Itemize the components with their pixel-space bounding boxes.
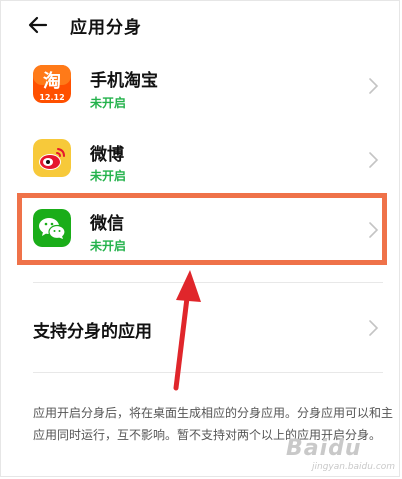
top-bar: 应用分身	[0, 0, 402, 50]
svg-text:淘: 淘	[43, 70, 61, 92]
chevron-right-icon	[369, 152, 379, 168]
back-button[interactable]	[26, 12, 52, 38]
supported-apps-row[interactable]: 支持分身的应用	[0, 300, 402, 356]
app-row-weibo[interactable]: 微博 未开启	[0, 124, 402, 194]
app-status: 未开启	[90, 96, 127, 110]
chevron-right-icon	[369, 320, 379, 336]
app-status: 未开启	[90, 239, 127, 253]
wechat-icon	[33, 209, 71, 247]
chevron-right-icon	[369, 78, 379, 94]
divider	[33, 282, 383, 283]
divider	[33, 372, 383, 373]
page-title: 应用分身	[70, 18, 142, 38]
taobao-icon: 淘 12.12	[33, 65, 71, 103]
app-row-taobao[interactable]: 淘 12.12 手机淘宝 未开启	[0, 50, 402, 120]
taobao-badge: 12.12	[39, 93, 64, 102]
app-name: 手机淘宝	[90, 71, 158, 91]
app-name: 微信	[90, 214, 124, 234]
chevron-right-icon	[369, 222, 379, 238]
arrow-left-icon	[28, 16, 48, 34]
description-text: 应用开启分身后，将在桌面生成相应的分身应用。分身应用可以和主应用同时运行，互不影…	[33, 406, 394, 442]
app-name: 微博	[90, 145, 124, 165]
app-row-wechat[interactable]: 微信 未开启	[0, 194, 402, 264]
weibo-icon	[33, 139, 71, 177]
app-status: 未开启	[90, 169, 127, 183]
supported-apps-label: 支持分身的应用	[33, 322, 152, 342]
